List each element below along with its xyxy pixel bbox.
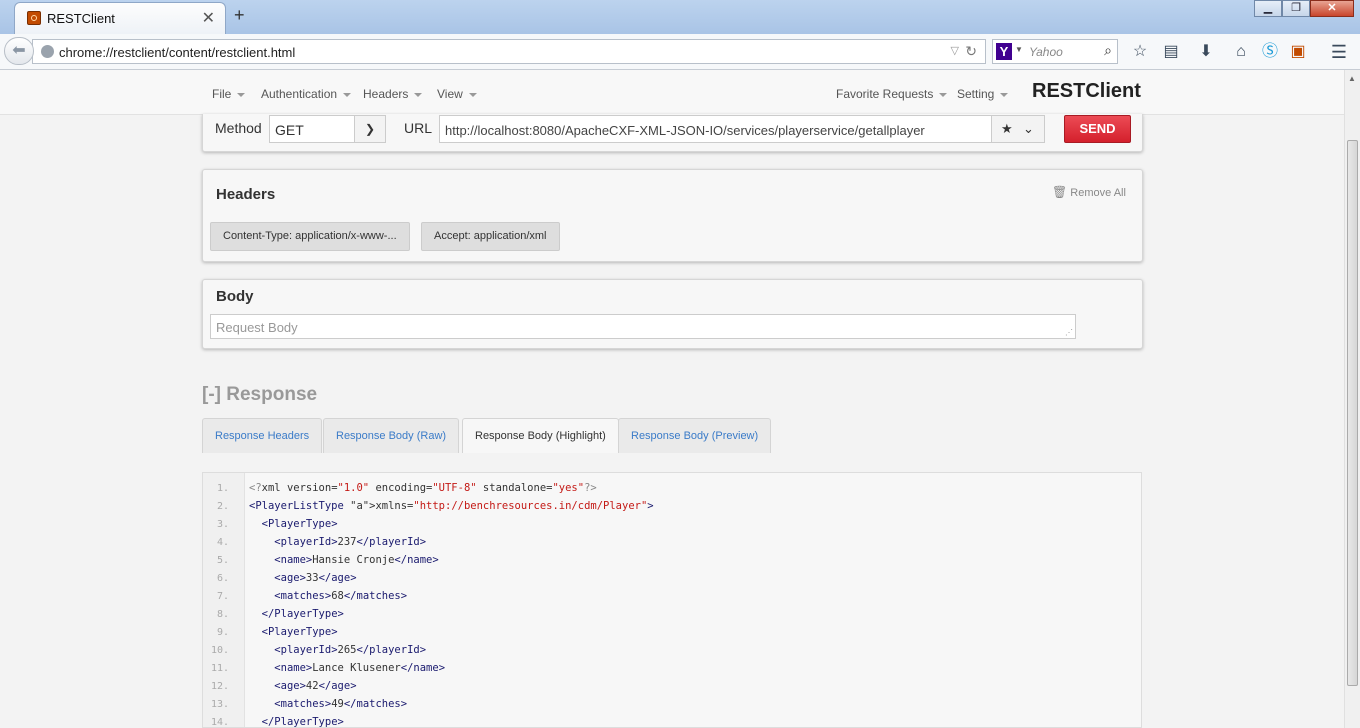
response-heading[interactable]: [-] Response <box>202 384 317 406</box>
line-number: 4. <box>216 537 229 548</box>
window-close-icon[interactable]: ✕ <box>1310 0 1354 17</box>
code-line: <playerId>237</playerId> <box>274 536 427 548</box>
url-history-chevron-icon[interactable]: ⌄ <box>1023 121 1034 137</box>
code-line: <name>Hansie Cronje</name> <box>274 554 439 566</box>
method-value[interactable]: GET <box>275 122 304 138</box>
line-number: 12. <box>210 681 229 692</box>
remove-all-button[interactable]: 🗑 Remove All <box>1052 185 1126 199</box>
url-value[interactable]: http://localhost:8080/ApacheCXF-XML-JSON… <box>445 123 925 138</box>
response-title: Response <box>226 384 318 405</box>
request-body-input[interactable]: Request Body ⋰ <box>210 314 1076 339</box>
line-number: 6. <box>216 573 229 584</box>
code-line: <age>42</age> <box>274 680 357 692</box>
browser-navbar: chrome://restclient/content/restclient.h… <box>0 34 1360 70</box>
request-body-placeholder[interactable]: Request Body <box>216 320 298 335</box>
menu-favorite-requests[interactable]: Favorite Requests <box>836 87 948 101</box>
search-placeholder[interactable]: Yahoo <box>1029 45 1063 59</box>
url-actions: ★ ⌄ <box>991 115 1045 143</box>
header-chip-accept[interactable]: Accept: application/xml <box>421 222 560 251</box>
yahoo-logo-icon[interactable]: Y <box>996 43 1012 60</box>
code-line: <age>33</age> <box>274 572 357 584</box>
download-icon[interactable]: ⬇ <box>1196 42 1216 62</box>
menu-setting[interactable]: Setting <box>957 87 1009 101</box>
favorite-star-icon[interactable]: ★ <box>1001 121 1013 137</box>
bookmark-star-icon[interactable]: ☆ <box>1130 42 1150 62</box>
reading-list-icon[interactable]: ▤ <box>1161 42 1181 62</box>
code-line: <?xml version="1.0" encoding="UTF-8" sta… <box>249 482 597 494</box>
line-number: 1. <box>216 483 229 494</box>
line-number: 11. <box>210 663 229 674</box>
scroll-up-icon[interactable]: ▲ <box>1348 74 1356 83</box>
menu-view[interactable]: View <box>437 87 477 101</box>
code-line: <matches>68</matches> <box>274 590 408 602</box>
tab-title: RESTClient <box>47 11 115 26</box>
address-text[interactable]: chrome://restclient/content/restclient.h… <box>59 45 295 60</box>
address-bar[interactable]: chrome://restclient/content/restclient.h… <box>32 39 986 64</box>
search-bar[interactable]: Y ▼ Yahoo ⌕ <box>992 39 1118 64</box>
reload-icon[interactable]: ↻ <box>965 43 977 60</box>
tab-response-body-preview[interactable]: Response Body (Preview) <box>618 418 772 453</box>
home-icon[interactable]: ⌂ <box>1231 42 1251 62</box>
engine-dropdown-icon[interactable]: ▼ <box>1015 45 1023 54</box>
app-brand[interactable]: RESTClient <box>1032 80 1141 103</box>
browser-titlebar: RESTClient ✕ + ▁ ❐ ✕ <box>0 0 1360 34</box>
collapse-toggle[interactable]: [-] <box>202 384 221 405</box>
tab-response-body-raw[interactable]: Response Body (Raw) <box>323 418 460 453</box>
scrollbar-thumb[interactable] <box>1347 140 1358 686</box>
tab-response-headers[interactable]: Response Headers <box>202 418 323 453</box>
browser-tab[interactable]: RESTClient ✕ <box>14 2 226 34</box>
header-chip-content-type[interactable]: Content-Type: application/x-www-... <box>210 222 410 251</box>
globe-icon <box>41 45 54 58</box>
response-code-panel[interactable]: 1. 2. 3. 4. 5. 6. 7. 8. 9. 10. 11. 12. 13. 14. <?xml … <box>202 472 1142 728</box>
method-label: Method <box>215 120 262 136</box>
line-number: 5. <box>216 555 229 566</box>
window-controls: ▁ ❐ ✕ <box>1254 0 1354 18</box>
menu-authentication[interactable]: Authentication <box>261 87 352 101</box>
search-icon[interactable]: ⌕ <box>1104 42 1112 59</box>
trash-icon: 🗑 <box>1052 185 1068 199</box>
close-tab-icon[interactable]: ✕ <box>202 8 215 28</box>
restclient-favicon-icon <box>27 11 41 25</box>
new-tab-icon[interactable]: + <box>234 5 245 26</box>
code-line: <PlayerListType "a">xmlns="http://benchr… <box>249 500 654 512</box>
restclient-addon-icon[interactable]: ▣ <box>1288 42 1308 62</box>
code-line: </PlayerType> <box>261 608 344 620</box>
page-scrollbar[interactable]: ▲ <box>1344 70 1360 728</box>
line-number: 7. <box>216 591 229 602</box>
line-number: 10. <box>210 645 229 656</box>
resize-grip-icon[interactable]: ⋰ <box>1065 328 1073 337</box>
send-button[interactable]: SEND <box>1064 115 1131 143</box>
line-number: 9. <box>216 627 229 638</box>
remove-all-label: Remove All <box>1070 187 1126 199</box>
history-dropdown-icon[interactable]: ▽ <box>951 44 959 57</box>
url-label: URL <box>404 120 433 136</box>
code-line: <matches>49</matches> <box>274 698 408 710</box>
code-line: <PlayerType> <box>261 626 338 638</box>
menu-file[interactable]: File <box>212 87 246 101</box>
code-line: <playerId>265</playerId> <box>274 644 427 656</box>
app-navbar: File Authentication Headers View Favorit… <box>0 70 1344 115</box>
chevron-down-icon[interactable]: ❯ <box>354 116 385 142</box>
method-select[interactable]: GET ❯ <box>269 115 386 143</box>
line-number: 13. <box>210 699 229 710</box>
menu-headers[interactable]: Headers <box>363 87 423 101</box>
url-input[interactable]: http://localhost:8080/ApacheCXF-XML-JSON… <box>439 115 992 143</box>
body-title: Body <box>216 288 254 305</box>
line-number-gutter: 1. 2. 3. 4. 5. 6. 7. 8. 9. 10. 11. 12. 13. 14. <box>203 473 245 728</box>
code-line: </PlayerType> <box>261 716 344 728</box>
line-number: 8. <box>216 609 229 620</box>
code-line: <name>Lance Klusener</name> <box>274 662 446 674</box>
headers-title: Headers <box>216 186 276 203</box>
tab-response-body-highlight[interactable]: Response Body (Highlight) <box>462 418 619 453</box>
minimize-icon[interactable]: ▁ <box>1254 0 1282 17</box>
code-line: <PlayerType> <box>261 518 338 530</box>
line-number: 2. <box>216 501 229 512</box>
skype-icon[interactable]: Ⓢ <box>1260 42 1280 62</box>
menu-hamburger-icon[interactable]: ☰ <box>1329 42 1349 62</box>
line-number: 14. <box>210 717 229 728</box>
back-arrow-icon[interactable]: ⬅ <box>4 37 34 65</box>
line-number: 3. <box>216 519 229 530</box>
restore-icon[interactable]: ❐ <box>1282 0 1310 17</box>
